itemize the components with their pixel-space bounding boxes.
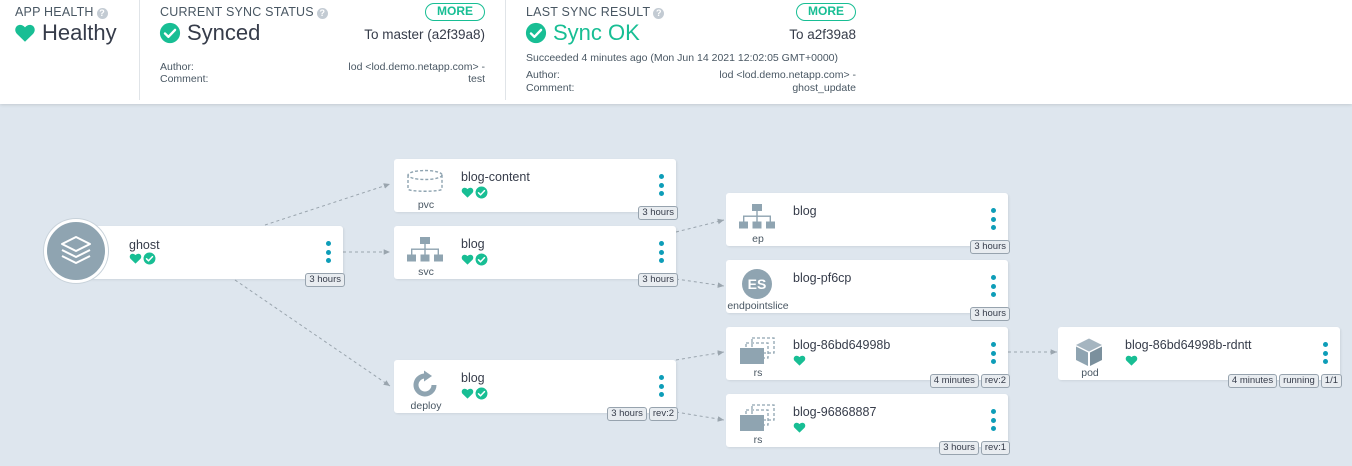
heart-icon bbox=[129, 253, 142, 264]
node-status bbox=[461, 387, 488, 400]
resource-node-rs-blog-86bd64998b[interactable]: rs blog-86bd64998b 4 minutes rev:2 bbox=[726, 327, 1010, 388]
refresh-icon bbox=[406, 370, 444, 398]
network-icon bbox=[738, 203, 776, 231]
resource-node-ep-blog[interactable]: ep blog 3 hours bbox=[726, 193, 1010, 254]
node-kind: pod bbox=[1081, 367, 1099, 379]
heart-icon bbox=[1125, 355, 1138, 366]
node-menu-button[interactable] bbox=[659, 241, 665, 263]
resource-node-endpointslice-blog-pf6cp[interactable]: ES endpointslice blog-pf6cp 3 hours bbox=[726, 260, 1010, 321]
edge-ghost-deploy bbox=[234, 279, 391, 387]
node-menu-button[interactable] bbox=[326, 241, 332, 263]
node-menu-button[interactable] bbox=[991, 275, 997, 297]
revision-tag: rev:2 bbox=[980, 374, 1010, 388]
pod-phase-tag: running bbox=[1279, 374, 1319, 388]
node-name: blog-86bd64998b-rdntt bbox=[1125, 338, 1252, 352]
age-tag: 4 minutes bbox=[929, 374, 979, 388]
node-tags: 4 minutes rev:2 bbox=[929, 374, 1010, 388]
node-menu-button[interactable] bbox=[659, 174, 665, 196]
age-tag: 3 hours bbox=[939, 441, 979, 455]
heart-icon bbox=[793, 355, 806, 366]
heart-icon bbox=[461, 388, 474, 399]
age-tag: 3 hours bbox=[607, 407, 647, 421]
node-tags: 3 hours bbox=[638, 273, 678, 287]
node-name: blog-content bbox=[461, 170, 530, 184]
resource-node-rs-blog-96868887[interactable]: rs blog-96868887 3 hours rev:1 bbox=[726, 394, 1010, 455]
node-name: blog-96868887 bbox=[793, 405, 877, 419]
node-menu-button[interactable] bbox=[659, 375, 665, 397]
disk-icon bbox=[406, 169, 444, 197]
node-kind: rs bbox=[753, 434, 763, 446]
node-status bbox=[461, 186, 488, 199]
age-tag: 3 hours bbox=[638, 273, 678, 287]
node-name: ghost bbox=[129, 238, 160, 252]
revision-tag: rev:2 bbox=[648, 407, 678, 421]
node-name: blog bbox=[793, 204, 817, 218]
check-circle-icon bbox=[475, 186, 488, 199]
node-status bbox=[793, 354, 806, 367]
age-tag: 3 hours bbox=[970, 240, 1010, 254]
edge-deploy-rs1 bbox=[675, 350, 725, 361]
node-kind: ep bbox=[752, 233, 764, 245]
node-menu-button[interactable] bbox=[991, 208, 997, 230]
heart-icon bbox=[461, 254, 474, 265]
check-circle-icon bbox=[143, 252, 156, 265]
replicaset-icon bbox=[738, 404, 776, 432]
node-menu-button[interactable] bbox=[991, 342, 997, 364]
revision-tag: rev:1 bbox=[980, 441, 1010, 455]
edge-ghost-pvc bbox=[264, 183, 391, 226]
node-kind: deploy bbox=[410, 400, 442, 412]
node-kind: svc bbox=[418, 266, 434, 278]
edge-deploy-rs2 bbox=[675, 411, 725, 422]
node-tags: 4 minutes running 1/1 bbox=[1227, 374, 1342, 388]
node-tags: 3 hours rev:2 bbox=[607, 407, 678, 421]
heart-icon bbox=[461, 187, 474, 198]
check-circle-icon bbox=[475, 253, 488, 266]
edge-svc-es bbox=[675, 278, 725, 288]
node-kind: pvc bbox=[417, 199, 435, 211]
node-menu-button[interactable] bbox=[1323, 342, 1329, 364]
cube-icon bbox=[1070, 337, 1108, 366]
node-status bbox=[793, 421, 806, 434]
network-icon bbox=[406, 236, 444, 264]
node-status bbox=[129, 252, 156, 265]
resource-node-deploy-blog[interactable]: deploy blog 3 hours rev:2 bbox=[394, 360, 678, 421]
node-name: blog-86bd64998b bbox=[793, 338, 891, 352]
resource-node-pvc-blog-content[interactable]: pvc blog-content 3 hours bbox=[394, 159, 678, 220]
node-name: blog bbox=[461, 237, 485, 251]
node-kind: rs bbox=[753, 367, 763, 379]
layers-icon bbox=[44, 219, 108, 283]
node-status bbox=[1125, 354, 1138, 367]
node-menu-button[interactable] bbox=[991, 409, 997, 431]
ready-count-tag: 1/1 bbox=[1320, 374, 1342, 388]
age-tag: 3 hours bbox=[305, 273, 345, 287]
age-tag: 4 minutes bbox=[1227, 374, 1278, 388]
node-name: blog bbox=[461, 371, 485, 385]
node-tags: 3 hours bbox=[638, 206, 678, 220]
resource-node-svc-blog[interactable]: svc blog 3 hours bbox=[394, 226, 678, 287]
age-tag: 3 hours bbox=[970, 307, 1010, 321]
app-node-ghost[interactable]: ghost 3 hours bbox=[76, 226, 345, 287]
endpointslice-icon: ES bbox=[738, 269, 776, 299]
node-tags: 3 hours bbox=[970, 240, 1010, 254]
check-circle-icon bbox=[475, 387, 488, 400]
age-tag: 3 hours bbox=[638, 206, 678, 220]
node-kind: endpointslice bbox=[727, 300, 789, 312]
node-tags: 3 hours bbox=[970, 307, 1010, 321]
node-tags: 3 hours rev:1 bbox=[939, 441, 1010, 455]
heart-icon bbox=[793, 422, 806, 433]
node-tags: 3 hours bbox=[305, 273, 345, 287]
resource-node-pod-blog-86bd64998b-rdntt[interactable]: pod blog-86bd64998b-rdntt 4 minutes runn… bbox=[1058, 327, 1342, 388]
node-name: blog-pf6cp bbox=[793, 271, 852, 285]
edge-svc-ep bbox=[675, 218, 725, 233]
node-status bbox=[461, 253, 488, 266]
endpointslice-badge: ES bbox=[742, 269, 772, 299]
replicaset-icon bbox=[738, 337, 776, 365]
